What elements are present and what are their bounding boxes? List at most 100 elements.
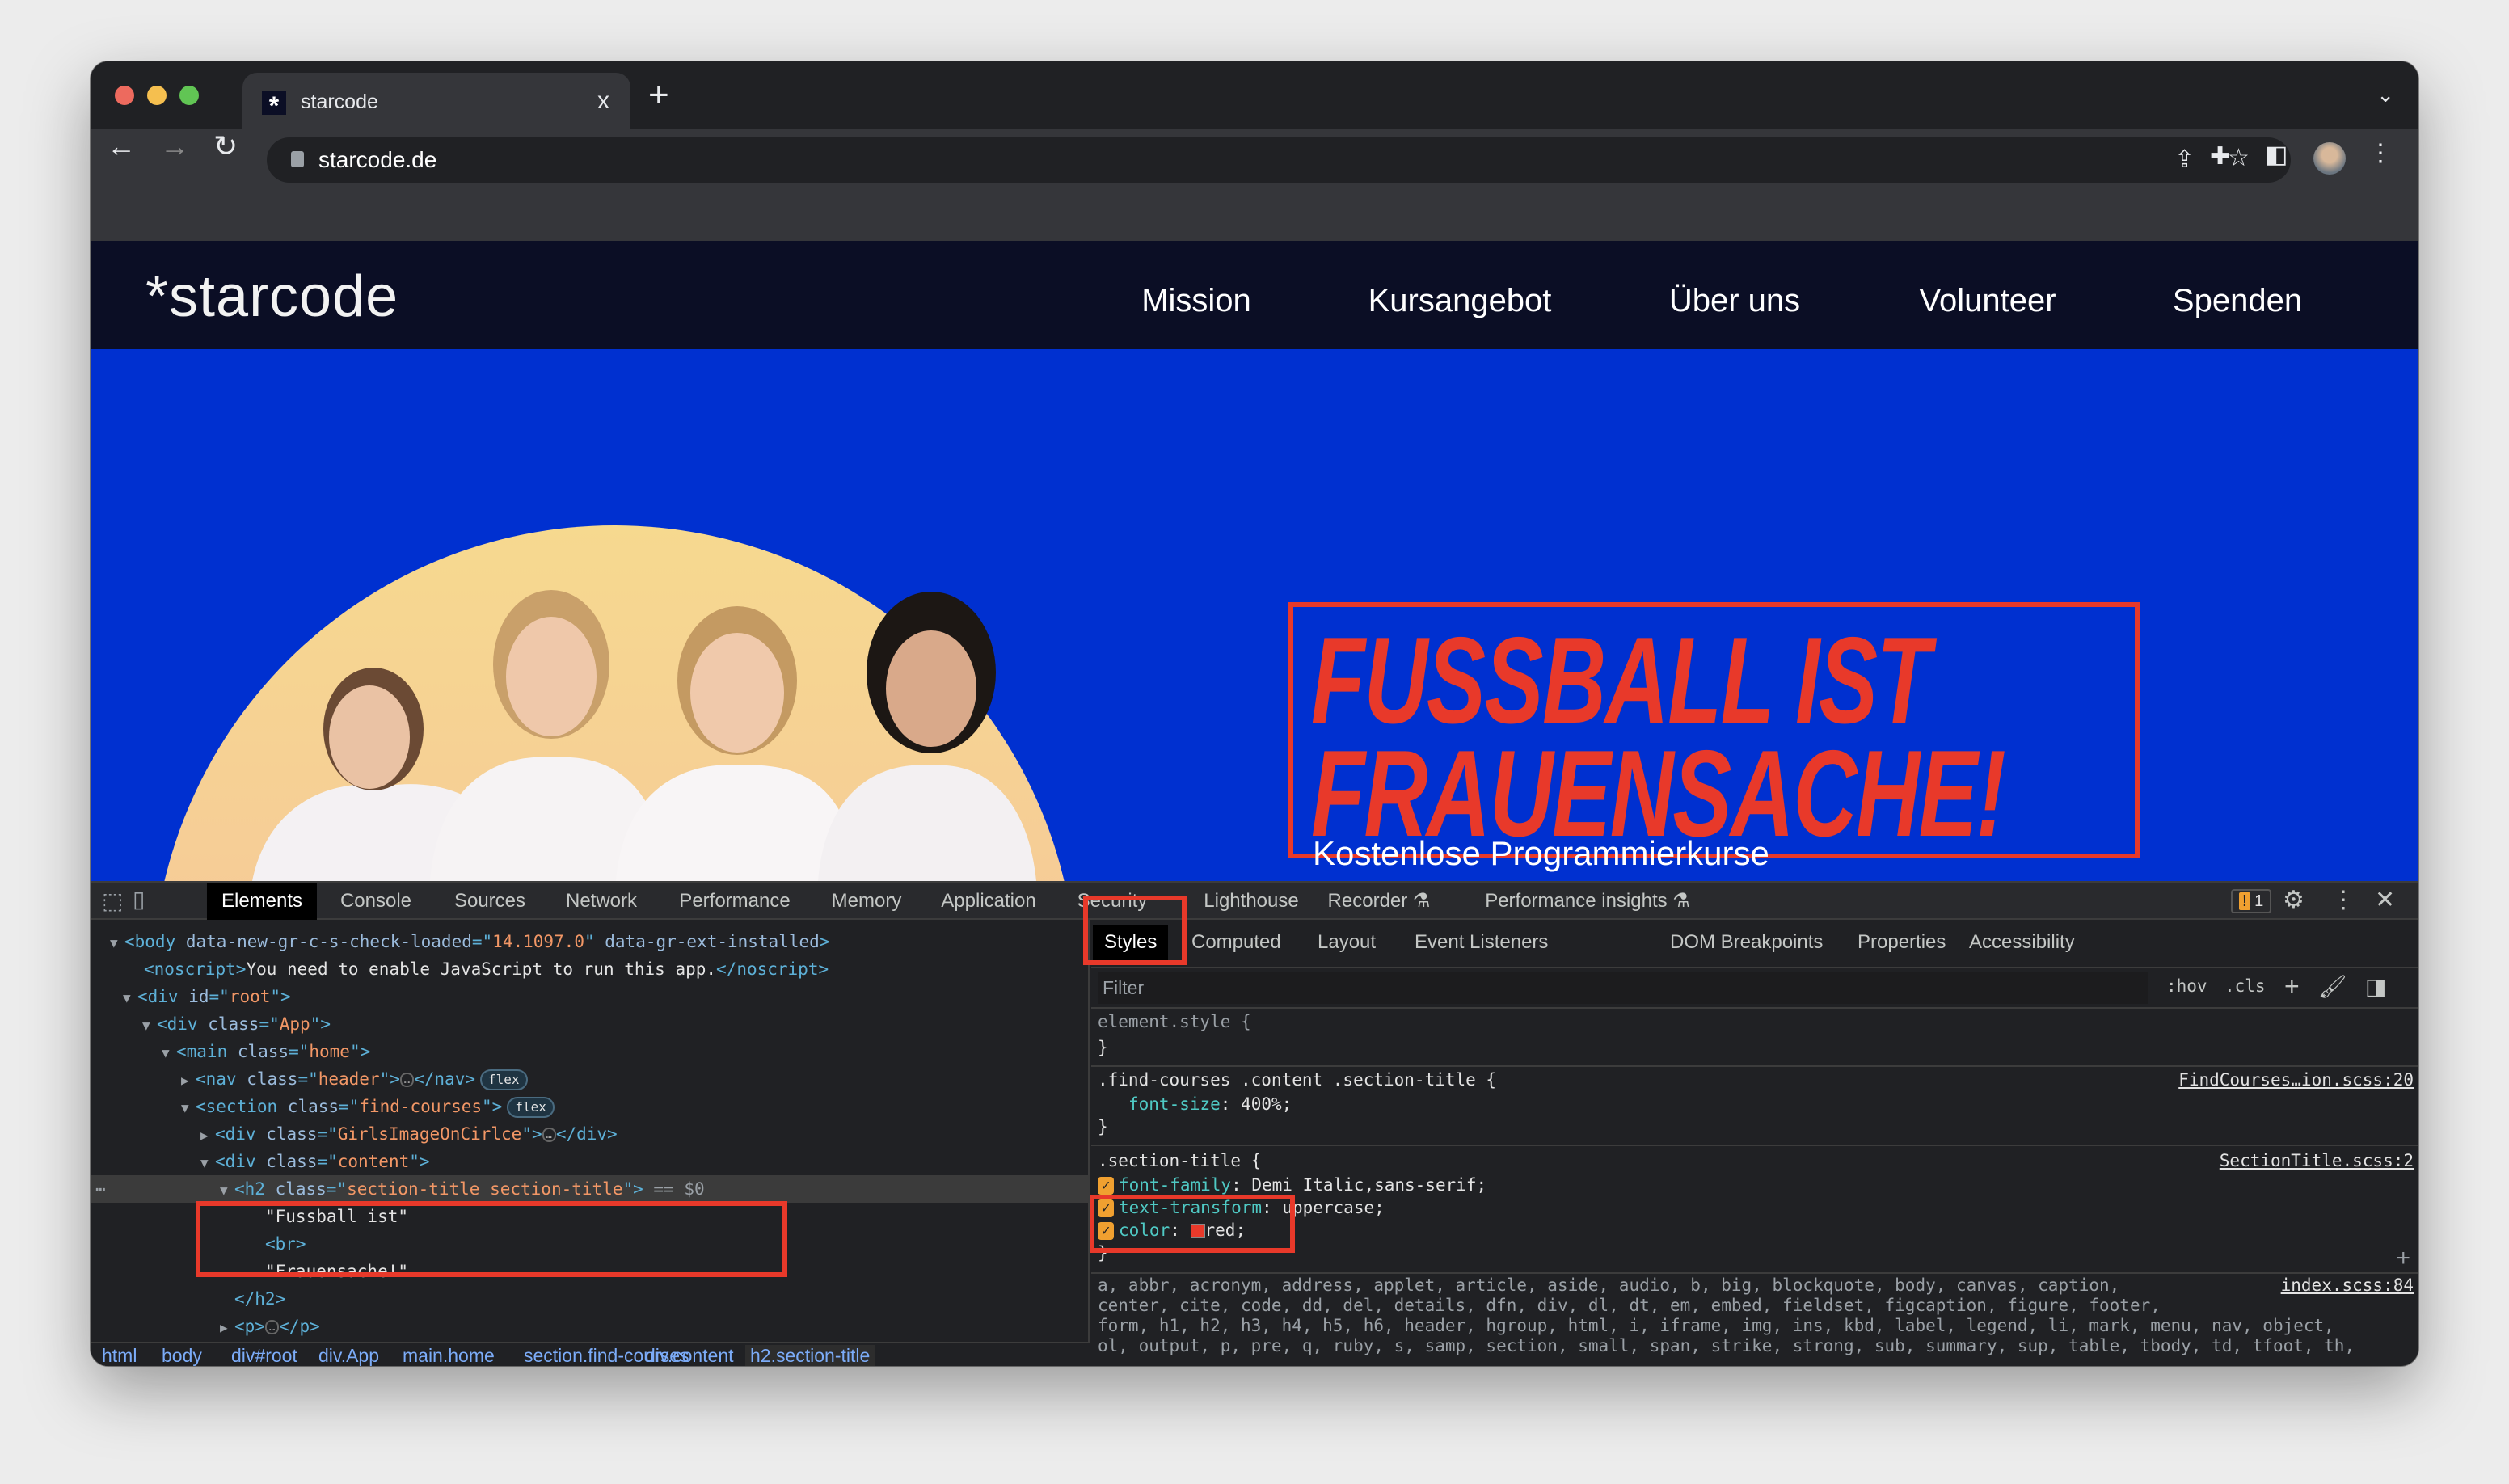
collapse-triangle-icon[interactable]: ▼: [110, 930, 124, 957]
devtools-tab-network[interactable]: Network: [551, 883, 651, 920]
dom-node-row[interactable]: ▶ <div class="GirlsImageOnCirlce">… </div>: [91, 1120, 1090, 1148]
rule1-prop-value[interactable]: 400%;: [1241, 1094, 1292, 1114]
devtools-tab-console[interactable]: Console: [326, 883, 426, 920]
collapse-triangle-icon[interactable]: ▼: [142, 1012, 157, 1039]
breadcrumb-item[interactable]: html: [102, 1345, 137, 1366]
dom-token: ">: [310, 1014, 331, 1034]
dom-node-row[interactable]: ▼ <body data-new-gr-c-s-check-loaded="14.…: [91, 928, 1090, 955]
element-style-selector[interactable]: element.style {: [1098, 1012, 1251, 1031]
expand-triangle-icon[interactable]: ▶: [200, 1122, 215, 1149]
dom-node-row[interactable]: ▶ <p>… </p>: [91, 1313, 1090, 1340]
divider: [1091, 1272, 2418, 1274]
breadcrumb-item[interactable]: div.App: [318, 1345, 379, 1366]
bookmark-star-icon[interactable]: ☆: [2228, 144, 2250, 172]
dom-node-row[interactable]: </h2>: [91, 1285, 1090, 1313]
devtools-tab-recorder[interactable]: Recorder ⚗: [1314, 883, 1445, 920]
collapse-triangle-icon[interactable]: ▼: [123, 984, 137, 1012]
rule2-prop-value[interactable]: uppercase;: [1282, 1198, 1384, 1217]
side-panel-icon[interactable]: ◧: [2265, 141, 2288, 169]
dom-node-row[interactable]: ▶ <nav class="header">… </nav> flex: [91, 1065, 1090, 1093]
dom-node-row[interactable]: ⋯ ▼ <h2 class="section-title section-title…: [91, 1175, 1090, 1203]
dom-token: find-courses: [359, 1097, 483, 1116]
dom-token: <body: [124, 932, 186, 951]
minimize-window-button[interactable]: [147, 86, 167, 105]
nav-volunteer[interactable]: Volunteer: [1919, 283, 2056, 319]
tab-close-icon[interactable]: x: [597, 87, 609, 115]
devtools-tab-performance-insights[interactable]: Performance insights ⚗: [1470, 883, 1705, 920]
breadcrumb-item[interactable]: main.home: [403, 1345, 495, 1366]
devtools-tab-performance[interactable]: Performance: [664, 883, 804, 920]
add-property-icon[interactable]: +: [2396, 1245, 2410, 1272]
maximize-window-button[interactable]: [179, 86, 199, 105]
tab-search-chevron-icon[interactable]: ⌄: [2376, 82, 2394, 108]
reload-icon[interactable]: ↻: [213, 129, 238, 163]
rule2-selector[interactable]: .section-title {: [1098, 1151, 1261, 1170]
nav-ueber-uns[interactable]: Über uns: [1669, 283, 1800, 319]
more-menu-icon[interactable]: ⋮: [2368, 139, 2393, 167]
close-window-button[interactable]: [115, 86, 134, 105]
node-actions-icon[interactable]: ⋯: [95, 1175, 106, 1203]
dom-node-row[interactable]: ▼ <div id="root">: [91, 983, 1090, 1010]
starcode-logo[interactable]: *starcode: [145, 263, 398, 330]
collapse-triangle-icon[interactable]: ▼: [181, 1094, 196, 1122]
nav-kursangebot[interactable]: Kursangebot: [1368, 283, 1552, 319]
expand-ellipsis-button[interactable]: …: [399, 1073, 415, 1087]
dom-token: content: [337, 1152, 410, 1171]
rule1-selector[interactable]: .find-courses .content .section-title {: [1098, 1070, 1496, 1090]
devtools-panel: ⬚ ▯ Elements Console Sources Network Perform…: [91, 881, 2418, 1366]
extensions-puzzle-icon[interactable]: ✚: [2210, 142, 2230, 171]
breadcrumb-item[interactable]: div.content: [645, 1345, 734, 1366]
devtools-tab-elements[interactable]: Elements: [206, 883, 318, 920]
dom-node-row[interactable]: ▼ <div class="content">: [91, 1148, 1090, 1175]
inspect-element-icon[interactable]: ⬚: [102, 887, 123, 914]
tab-strip: * starcode x + ⌄: [91, 61, 2418, 129]
dom-node-row[interactable]: ▼ <div class="App">: [91, 1010, 1090, 1038]
back-arrow-icon[interactable]: ←: [107, 129, 136, 163]
breadcrumb-item[interactable]: body: [162, 1345, 202, 1366]
rule2-prop-value[interactable]: Demi Italic,sans-serif;: [1251, 1175, 1486, 1195]
devtools-tab-memory[interactable]: Memory: [817, 883, 917, 920]
flex-badge[interactable]: flex: [507, 1097, 555, 1118]
share-icon[interactable]: ⇪: [2174, 145, 2195, 174]
profile-avatar[interactable]: [2313, 142, 2346, 175]
dom-token: <noscript>: [144, 959, 247, 979]
collapse-triangle-icon[interactable]: ▼: [220, 1177, 234, 1204]
rule1-prop-name[interactable]: font-size: [1128, 1094, 1221, 1114]
nav-mission[interactable]: Mission: [1141, 283, 1251, 319]
forward-arrow-icon[interactable]: →: [160, 129, 189, 163]
issue-warning-icon: !: [2239, 892, 2250, 910]
browser-tab[interactable]: * starcode x: [242, 73, 630, 129]
rule1-source-link[interactable]: FindCourses…ion.scss:20: [2178, 1070, 2414, 1090]
devtools-tab-lighthouse[interactable]: Lighthouse: [1189, 883, 1313, 920]
highlight-annotation-color: [1090, 1195, 1295, 1253]
rule2-source-link[interactable]: SectionTitle.scss:2: [2220, 1151, 2414, 1170]
settings-gear-icon[interactable]: ⚙: [2283, 886, 2304, 914]
nav-spenden[interactable]: Spenden: [2173, 283, 2302, 319]
dom-token: =": [339, 1097, 360, 1116]
devtools-tab-sources[interactable]: Sources: [440, 883, 540, 920]
dom-node-row[interactable]: ▼ <section class="find-courses"> flex: [91, 1093, 1090, 1120]
dom-node-row[interactable]: <noscript>You need to enable JavaScript …: [91, 955, 1090, 983]
close-devtools-icon[interactable]: ✕: [2375, 886, 2395, 914]
devtools-more-icon[interactable]: ⋮: [2331, 886, 2355, 914]
expand-triangle-icon[interactable]: ▶: [181, 1067, 196, 1094]
breadcrumb-item[interactable]: div#root: [231, 1345, 297, 1366]
rule3-selector-list[interactable]: a, abbr, acronym, address, applet, artic…: [1098, 1275, 2355, 1356]
dom-token: ">: [521, 1124, 542, 1144]
expand-triangle-icon[interactable]: ▶: [220, 1314, 234, 1342]
new-tab-button[interactable]: +: [648, 78, 669, 113]
dom-token: ": [584, 932, 605, 951]
prop-checkbox[interactable]: ✓: [1098, 1177, 1114, 1195]
rule2-prop-name[interactable]: font-family: [1119, 1175, 1231, 1195]
address-bar[interactable]: starcode.de ⇪ ☆: [267, 137, 2291, 183]
dom-node-row[interactable]: ▼ <main class="home">: [91, 1038, 1090, 1065]
flex-badge[interactable]: flex: [479, 1069, 528, 1090]
expand-ellipsis-button[interactable]: …: [264, 1320, 280, 1334]
expand-ellipsis-button[interactable]: …: [542, 1128, 556, 1142]
collapse-triangle-icon[interactable]: ▼: [200, 1149, 215, 1177]
issues-badge[interactable]: ! 1: [2231, 889, 2272, 913]
device-toolbar-icon[interactable]: ▯: [133, 886, 145, 913]
breadcrumb-item[interactable]: h2.section-title: [745, 1345, 875, 1366]
devtools-tab-application[interactable]: Application: [926, 883, 1050, 920]
collapse-triangle-icon[interactable]: ▼: [162, 1039, 176, 1067]
